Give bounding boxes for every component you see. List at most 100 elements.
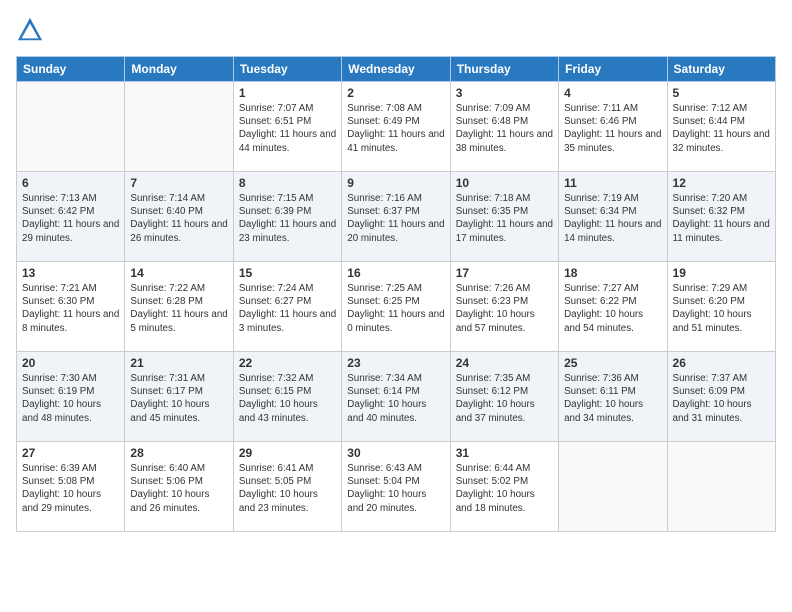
calendar-cell: 28 Sunrise: 6:40 AMSunset: 5:06 PMDayligh… — [125, 442, 233, 532]
day-info: Sunrise: 7:37 AMSunset: 6:09 PMDaylight:… — [673, 372, 770, 425]
day-info: Sunrise: 7:29 AMSunset: 6:20 PMDaylight:… — [673, 282, 770, 335]
day-info: Sunrise: 6:40 AMSunset: 5:06 PMDaylight:… — [130, 462, 227, 515]
calendar-cell: 22 Sunrise: 7:32 AMSunset: 6:15 PMDayligh… — [233, 352, 341, 442]
day-number: 27 — [22, 446, 119, 460]
day-number: 22 — [239, 356, 336, 370]
day-number: 5 — [673, 86, 770, 100]
day-info: Sunrise: 7:32 AMSunset: 6:15 PMDaylight:… — [239, 372, 336, 425]
day-info: Sunrise: 7:14 AMSunset: 6:40 PMDaylight:… — [130, 192, 227, 245]
calendar-cell: 15Sunrise: 7:24 AMSunset: 6:27 PMDayligh… — [233, 262, 341, 352]
day-number: 25 — [564, 356, 661, 370]
day-number: 30 — [347, 446, 444, 460]
calendar-cell: 25 Sunrise: 7:36 AMSunset: 6:11 PMDayligh… — [559, 352, 667, 442]
weekday-header: Tuesday — [233, 57, 341, 82]
day-number: 13 — [22, 266, 119, 280]
day-info: Sunrise: 7:16 AMSunset: 6:37 PMDaylight:… — [347, 192, 444, 245]
calendar-cell: 27 Sunrise: 6:39 AMSunset: 5:08 PMDayligh… — [17, 442, 125, 532]
day-number: 6 — [22, 176, 119, 190]
calendar-cell: 2 Sunrise: 7:08 AMSunset: 6:49 PMDaylight… — [342, 82, 450, 172]
day-info: Sunrise: 7:13 AMSunset: 6:42 PMDaylight:… — [22, 192, 119, 245]
calendar-cell: 10 Sunrise: 7:18 AMSunset: 6:35 PMDayligh… — [450, 172, 558, 262]
calendar-cell: 14 Sunrise: 7:22 AMSunset: 6:28 PMDayligh… — [125, 262, 233, 352]
calendar-cell: 8Sunrise: 7:15 AMSunset: 6:39 PMDaylight… — [233, 172, 341, 262]
day-info: Sunrise: 7:07 AMSunset: 6:51 PMDaylight:… — [239, 102, 336, 155]
day-number: 12 — [673, 176, 770, 190]
day-info: Sunrise: 7:09 AMSunset: 6:48 PMDaylight:… — [456, 102, 553, 155]
calendar-cell: 20Sunrise: 7:30 AMSunset: 6:19 PMDayligh… — [17, 352, 125, 442]
weekday-header: Friday — [559, 57, 667, 82]
day-number: 24 — [456, 356, 553, 370]
calendar-cell: 5 Sunrise: 7:12 AMSunset: 6:44 PMDaylight… — [667, 82, 775, 172]
day-number: 10 — [456, 176, 553, 190]
day-info: Sunrise: 7:27 AMSunset: 6:22 PMDaylight:… — [564, 282, 661, 335]
day-number: 18 — [564, 266, 661, 280]
day-info: Sunrise: 7:36 AMSunset: 6:11 PMDaylight:… — [564, 372, 661, 425]
day-number: 16 — [347, 266, 444, 280]
day-info: Sunrise: 6:43 AMSunset: 5:04 PMDaylight:… — [347, 462, 444, 515]
day-number: 17 — [456, 266, 553, 280]
weekday-header-row: SundayMondayTuesdayWednesdayThursdayFrid… — [17, 57, 776, 82]
day-info: Sunrise: 6:41 AMSunset: 5:05 PMDaylight:… — [239, 462, 336, 515]
calendar-cell: 26 Sunrise: 7:37 AMSunset: 6:09 PMDayligh… — [667, 352, 775, 442]
calendar-cell: 29 Sunrise: 6:41 AMSunset: 5:05 PMDayligh… — [233, 442, 341, 532]
calendar-cell: 23 Sunrise: 7:34 AMSunset: 6:14 PMDayligh… — [342, 352, 450, 442]
day-number: 7 — [130, 176, 227, 190]
calendar-cell: 18 Sunrise: 7:27 AMSunset: 6:22 PMDayligh… — [559, 262, 667, 352]
day-number: 26 — [673, 356, 770, 370]
day-number: 11 — [564, 176, 661, 190]
calendar-cell: 16 Sunrise: 7:25 AMSunset: 6:25 PMDayligh… — [342, 262, 450, 352]
logo — [16, 16, 48, 44]
day-number: 9 — [347, 176, 444, 190]
day-info: Sunrise: 7:12 AMSunset: 6:44 PMDaylight:… — [673, 102, 770, 155]
day-info: Sunrise: 7:11 AMSunset: 6:46 PMDaylight:… — [564, 102, 661, 155]
day-info: Sunrise: 7:25 AMSunset: 6:25 PMDaylight:… — [347, 282, 444, 335]
day-info: Sunrise: 7:35 AMSunset: 6:12 PMDaylight:… — [456, 372, 553, 425]
calendar-cell: 6 Sunrise: 7:13 AMSunset: 6:42 PMDaylight… — [17, 172, 125, 262]
day-number: 31 — [456, 446, 553, 460]
calendar-cell — [17, 82, 125, 172]
calendar-week-row: 20Sunrise: 7:30 AMSunset: 6:19 PMDayligh… — [17, 352, 776, 442]
day-number: 14 — [130, 266, 227, 280]
calendar-week-row: 6 Sunrise: 7:13 AMSunset: 6:42 PMDaylight… — [17, 172, 776, 262]
calendar-cell — [667, 442, 775, 532]
day-number: 3 — [456, 86, 553, 100]
calendar-week-row: 13 Sunrise: 7:21 AMSunset: 6:30 PMDayligh… — [17, 262, 776, 352]
page-header — [16, 16, 776, 44]
calendar-cell: 11Sunrise: 7:19 AMSunset: 6:34 PMDayligh… — [559, 172, 667, 262]
day-info: Sunrise: 6:39 AMSunset: 5:08 PMDaylight:… — [22, 462, 119, 515]
day-info: Sunrise: 7:26 AMSunset: 6:23 PMDaylight:… — [456, 282, 553, 335]
day-info: Sunrise: 7:08 AMSunset: 6:49 PMDaylight:… — [347, 102, 444, 155]
calendar-cell: 21 Sunrise: 7:31 AMSunset: 6:17 PMDayligh… — [125, 352, 233, 442]
weekday-header: Saturday — [667, 57, 775, 82]
calendar-cell: 1 Sunrise: 7:07 AMSunset: 6:51 PMDaylight… — [233, 82, 341, 172]
day-number: 4 — [564, 86, 661, 100]
day-info: Sunrise: 7:18 AMSunset: 6:35 PMDaylight:… — [456, 192, 553, 245]
day-number: 23 — [347, 356, 444, 370]
logo-icon — [16, 16, 44, 44]
calendar-cell — [559, 442, 667, 532]
day-number: 1 — [239, 86, 336, 100]
day-info: Sunrise: 7:34 AMSunset: 6:14 PMDaylight:… — [347, 372, 444, 425]
calendar-week-row: 1 Sunrise: 7:07 AMSunset: 6:51 PMDaylight… — [17, 82, 776, 172]
day-number: 19 — [673, 266, 770, 280]
day-info: Sunrise: 7:21 AMSunset: 6:30 PMDaylight:… — [22, 282, 119, 335]
calendar-table: SundayMondayTuesdayWednesdayThursdayFrid… — [16, 56, 776, 532]
day-number: 2 — [347, 86, 444, 100]
day-number: 15 — [239, 266, 336, 280]
weekday-header: Wednesday — [342, 57, 450, 82]
day-info: Sunrise: 6:44 AMSunset: 5:02 PMDaylight:… — [456, 462, 553, 515]
day-number: 20 — [22, 356, 119, 370]
day-number: 21 — [130, 356, 227, 370]
day-number: 28 — [130, 446, 227, 460]
calendar-cell: 7 Sunrise: 7:14 AMSunset: 6:40 PMDaylight… — [125, 172, 233, 262]
day-info: Sunrise: 7:20 AMSunset: 6:32 PMDaylight:… — [673, 192, 770, 245]
calendar-cell: 9 Sunrise: 7:16 AMSunset: 6:37 PMDaylight… — [342, 172, 450, 262]
day-info: Sunrise: 7:22 AMSunset: 6:28 PMDaylight:… — [130, 282, 227, 335]
calendar-cell: 3 Sunrise: 7:09 AMSunset: 6:48 PMDaylight… — [450, 82, 558, 172]
day-number: 29 — [239, 446, 336, 460]
weekday-header: Thursday — [450, 57, 558, 82]
day-info: Sunrise: 7:31 AMSunset: 6:17 PMDaylight:… — [130, 372, 227, 425]
weekday-header: Sunday — [17, 57, 125, 82]
calendar-cell: 31 Sunrise: 6:44 AMSunset: 5:02 PMDayligh… — [450, 442, 558, 532]
calendar-cell: 4 Sunrise: 7:11 AMSunset: 6:46 PMDaylight… — [559, 82, 667, 172]
